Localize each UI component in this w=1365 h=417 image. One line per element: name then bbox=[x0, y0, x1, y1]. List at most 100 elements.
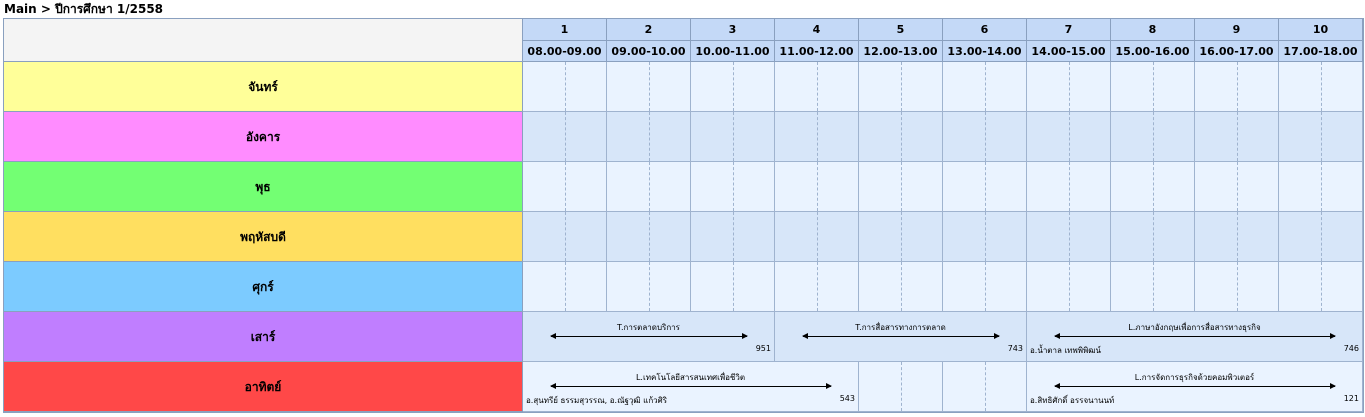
class-room: 543 bbox=[839, 394, 855, 403]
timetable-cell[interactable] bbox=[523, 112, 607, 162]
timetable-cell[interactable] bbox=[943, 262, 1027, 312]
period-number-3: 3 bbox=[691, 19, 775, 41]
timetable-cell[interactable] bbox=[859, 112, 943, 162]
timetable-cell[interactable] bbox=[607, 162, 691, 212]
duration-arrow bbox=[1054, 383, 1336, 389]
class-title: L.เทคโนโลยีสารสนเทศเพื่อชีวิต bbox=[635, 373, 746, 382]
timetable-cell[interactable] bbox=[691, 62, 775, 112]
timetable-cell[interactable] bbox=[523, 62, 607, 112]
period-number-1: 1 bbox=[523, 19, 607, 41]
period-number-2: 2 bbox=[607, 19, 691, 41]
period-time-2: 09.00-10.00 bbox=[607, 41, 691, 62]
timetable-cell[interactable] bbox=[1279, 62, 1363, 112]
timetable-cell[interactable] bbox=[859, 362, 943, 412]
timetable-cell[interactable] bbox=[943, 212, 1027, 262]
breadcrumb: Main > ปีการศึกษา 1/2558 bbox=[4, 2, 164, 16]
timetable-cell[interactable] bbox=[1027, 162, 1111, 212]
class-title: L.ภาษาอังกฤษเพื่อการสื่อสารทางธุรกิจ bbox=[1128, 323, 1261, 332]
timetable-cell[interactable] bbox=[691, 112, 775, 162]
duration-arrow bbox=[1054, 333, 1336, 339]
class-teacher: อ.สุนทรีย์ ธรรมสุวรรณ, อ.ณัฐวุฒิ แก้วศิร… bbox=[526, 396, 668, 405]
timetable-cell[interactable] bbox=[523, 262, 607, 312]
period-time-10: 17.00-18.00 bbox=[1279, 41, 1363, 62]
period-time-8: 15.00-16.00 bbox=[1111, 41, 1195, 62]
timetable-grid: 1 08.00-09.00 2 09.00-10.00 3 10.00-11.00 4 11.… bbox=[3, 18, 1364, 413]
timetable-cell[interactable] bbox=[1279, 112, 1363, 162]
timetable-cell[interactable] bbox=[607, 262, 691, 312]
timetable-cell[interactable] bbox=[943, 162, 1027, 212]
timetable-cell[interactable] bbox=[1027, 112, 1111, 162]
period-time-4: 11.00-12.00 bbox=[775, 41, 859, 62]
timetable-cell[interactable] bbox=[691, 212, 775, 262]
class-title: T.การสื่อสารทางการตลาด bbox=[855, 323, 946, 332]
timetable-cell[interactable] bbox=[859, 162, 943, 212]
class-event[interactable]: T.การสื่อสารทางการตลาด 743 bbox=[775, 312, 1027, 362]
period-number-7: 7 bbox=[1027, 19, 1111, 41]
duration-arrow bbox=[802, 333, 1000, 339]
timetable-cell[interactable] bbox=[1111, 212, 1195, 262]
timetable-cell[interactable] bbox=[1111, 162, 1195, 212]
period-time-1: 08.00-09.00 bbox=[523, 41, 607, 62]
timetable-cell[interactable] bbox=[1195, 62, 1279, 112]
timetable-cell[interactable] bbox=[859, 262, 943, 312]
period-number-8: 8 bbox=[1111, 19, 1195, 41]
class-event[interactable]: L.เทคโนโลยีสารสนเทศเพื่อชีวิตอ.สุนทรีย์ … bbox=[523, 362, 859, 412]
day-label: ศุกร์ bbox=[4, 262, 523, 312]
timetable-cell[interactable] bbox=[1195, 112, 1279, 162]
day-label: จันทร์ bbox=[4, 62, 523, 112]
timetable-cell[interactable] bbox=[859, 212, 943, 262]
class-room: 746 bbox=[1343, 344, 1359, 353]
period-number-6: 6 bbox=[943, 19, 1027, 41]
timetable-cell[interactable] bbox=[1027, 262, 1111, 312]
timetable-cell[interactable] bbox=[607, 62, 691, 112]
period-time-9: 16.00-17.00 bbox=[1195, 41, 1279, 62]
timetable-cell[interactable] bbox=[607, 112, 691, 162]
period-number-4: 4 bbox=[775, 19, 859, 41]
timetable-cell[interactable] bbox=[691, 162, 775, 212]
period-time-6: 13.00-14.00 bbox=[943, 41, 1027, 62]
timetable-cell[interactable] bbox=[775, 62, 859, 112]
day-label: พฤหัสบดี bbox=[4, 212, 523, 262]
timetable-cell[interactable] bbox=[1027, 62, 1111, 112]
day-label: เสาร์ bbox=[4, 312, 523, 362]
timetable-cell[interactable] bbox=[1279, 262, 1363, 312]
timetable-cell[interactable] bbox=[691, 262, 775, 312]
class-teacher: อ.น้ำตาล เทพพิพิฒน์ bbox=[1030, 346, 1101, 355]
class-title: L.การจัดการธุรกิจด้วยคอมพิวเตอร์ bbox=[1134, 373, 1255, 382]
class-teacher: อ.สิทธิศักดิ์ อรรจนานนท์ bbox=[1030, 396, 1115, 405]
timetable-cell[interactable] bbox=[775, 212, 859, 262]
timetable-cell[interactable] bbox=[1279, 162, 1363, 212]
timetable-cell[interactable] bbox=[523, 162, 607, 212]
period-time-5: 12.00-13.00 bbox=[859, 41, 943, 62]
timetable-cell[interactable] bbox=[775, 262, 859, 312]
class-room: 743 bbox=[1007, 344, 1023, 353]
timetable-cell[interactable] bbox=[523, 212, 607, 262]
timetable-cell[interactable] bbox=[1195, 262, 1279, 312]
timetable-cell[interactable] bbox=[943, 112, 1027, 162]
timetable-cell[interactable] bbox=[943, 362, 1027, 412]
timetable-cell[interactable] bbox=[1279, 212, 1363, 262]
day-label: อังคาร bbox=[4, 112, 523, 162]
timetable-cell[interactable] bbox=[859, 62, 943, 112]
timetable-cell[interactable] bbox=[943, 62, 1027, 112]
period-time-3: 10.00-11.00 bbox=[691, 41, 775, 62]
class-event[interactable]: L.การจัดการธุรกิจด้วยคอมพิวเตอร์อ.สิทธิศ… bbox=[1027, 362, 1363, 412]
period-time-7: 14.00-15.00 bbox=[1027, 41, 1111, 62]
timetable-cell[interactable] bbox=[1195, 162, 1279, 212]
class-room: 121 bbox=[1343, 394, 1359, 403]
period-number-10: 10 bbox=[1279, 19, 1363, 41]
class-event[interactable]: T.การตลาดบริการ 951 bbox=[523, 312, 775, 362]
timetable-cell[interactable] bbox=[1195, 212, 1279, 262]
timetable-cell[interactable] bbox=[607, 212, 691, 262]
day-label: พุธ bbox=[4, 162, 523, 212]
class-room: 951 bbox=[755, 344, 771, 353]
timetable-cell[interactable] bbox=[1111, 62, 1195, 112]
class-event[interactable]: L.ภาษาอังกฤษเพื่อการสื่อสารทางธุรกิจอ.น้… bbox=[1027, 312, 1363, 362]
timetable-cell[interactable] bbox=[1111, 112, 1195, 162]
period-number-5: 5 bbox=[859, 19, 943, 41]
timetable-cell[interactable] bbox=[1027, 212, 1111, 262]
timetable-cell[interactable] bbox=[1111, 262, 1195, 312]
class-title: T.การตลาดบริการ bbox=[617, 323, 680, 332]
timetable-cell[interactable] bbox=[775, 162, 859, 212]
timetable-cell[interactable] bbox=[775, 112, 859, 162]
